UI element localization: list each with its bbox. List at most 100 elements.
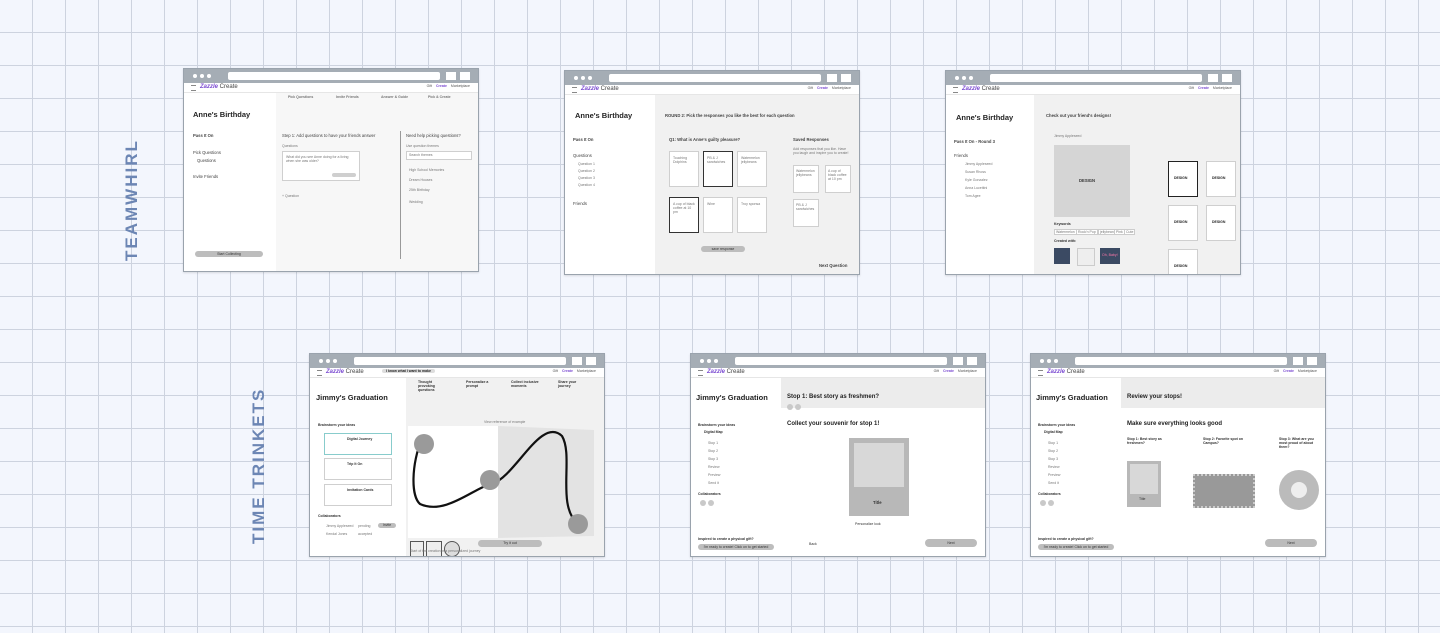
stamp-thumb[interactable]: [1193, 474, 1255, 508]
theme-item[interactable]: Wedding: [409, 200, 423, 204]
postcard-thumb[interactable]: Title: [1127, 461, 1161, 507]
friend-item[interactable]: Tom Agee: [965, 194, 981, 198]
know-what-pill[interactable]: I know what I want to make: [382, 369, 435, 373]
question-card[interactable]: What did you see Anne doing for a living…: [282, 151, 360, 181]
brand-logo[interactable]: Zazzle Create: [200, 84, 238, 90]
digital-map-label: Digital Map: [1044, 430, 1063, 434]
personalize-label[interactable]: Personalize look: [855, 522, 881, 526]
theme-item[interactable]: High School Memories: [409, 168, 444, 172]
response-card[interactable]: Watermelon jellybeans: [737, 151, 767, 187]
design-card[interactable]: DESIGN: [1168, 205, 1198, 241]
menu-icon[interactable]: [1038, 370, 1043, 376]
option-card[interactable]: Invitation Cards: [324, 484, 392, 506]
saved-card[interactable]: Watermelon jellybeans: [793, 165, 819, 193]
journey-map[interactable]: [406, 426, 602, 540]
keyword-chip[interactable]: Watermelon: [1054, 229, 1077, 235]
response-card[interactable]: Troy sponsa: [737, 197, 767, 233]
friend-item[interactable]: Anna Lucettini: [965, 186, 987, 190]
stop-item[interactable]: Stop 3: [708, 457, 718, 461]
address-bar[interactable]: [1075, 357, 1287, 365]
stop-item[interactable]: Preview: [708, 473, 720, 477]
design-card[interactable]: DESIGN: [1206, 205, 1236, 241]
stop-item[interactable]: Send it: [1048, 481, 1059, 485]
back-button[interactable]: Back: [809, 542, 817, 546]
theme-item[interactable]: Dream Houses: [409, 178, 432, 182]
gift-button[interactable]: I'm ready to create! Click on to get sta…: [698, 544, 774, 550]
address-bar[interactable]: [228, 72, 440, 80]
menu-icon[interactable]: [572, 87, 577, 93]
try-it-out-button[interactable]: Try it out: [478, 540, 542, 547]
response-card[interactable]: Touching Dolphins: [669, 151, 699, 187]
option-card[interactable]: Trip It On: [324, 458, 392, 480]
design-card[interactable]: DESIGN: [1168, 161, 1198, 197]
brand-logo[interactable]: Zazzle Create: [962, 86, 1000, 92]
brand-logo[interactable]: Zazzle Create: [1047, 369, 1085, 375]
postcard-preview[interactable]: Title: [849, 438, 909, 516]
friend-item[interactable]: Susan Rhoss: [965, 170, 986, 174]
stop-item[interactable]: Stop 3: [1048, 457, 1058, 461]
save-response-button[interactable]: save response: [701, 246, 745, 252]
stop-item[interactable]: Review: [708, 465, 719, 469]
sidebar-item[interactable]: Questions: [573, 153, 592, 158]
browser-chrome: [946, 71, 1240, 85]
add-question-button[interactable]: + Question: [282, 194, 299, 198]
brand-logo[interactable]: Zazzle Create: [707, 369, 745, 375]
response-card[interactable]: A cup of black coffee at 10 pm: [669, 197, 699, 233]
sidebar-subitem[interactable]: Question 2: [578, 169, 595, 173]
brainstorm-label: Brainstorm your ideas: [1038, 423, 1076, 427]
menu-icon[interactable]: [191, 85, 196, 91]
keyword-chip[interactable]: Cute: [1124, 229, 1136, 235]
invite-button[interactable]: Invite: [378, 523, 396, 528]
brand-logo[interactable]: Zazzle Create: [326, 369, 364, 375]
next-button[interactable]: Next: [925, 539, 977, 547]
stop-item[interactable]: Preview: [1048, 473, 1060, 477]
design-card[interactable]: DESIGN: [1168, 249, 1198, 274]
sidebar-item[interactable]: Friends: [573, 201, 587, 206]
design-card[interactable]: DESIGN: [1206, 161, 1236, 197]
address-bar[interactable]: [354, 357, 566, 365]
product-thumb[interactable]: [1054, 248, 1070, 264]
theme-item[interactable]: 25th Birthday: [409, 188, 430, 192]
address-bar[interactable]: [990, 74, 1202, 82]
friend-item[interactable]: Kyle Gonzalez: [965, 178, 988, 182]
sidebar-subitem[interactable]: Questions: [197, 158, 216, 163]
next-question-button[interactable]: Next Question: [819, 263, 847, 268]
keyword-chip[interactable]: Rock'n Pop: [1076, 229, 1098, 235]
design-preview[interactable]: DESIGN: [1054, 145, 1130, 217]
sidebar-subitem[interactable]: Question 3: [578, 176, 595, 180]
brainstorm-label: Brainstorm your ideas: [698, 423, 736, 427]
help-heading: Need help picking questions?: [406, 133, 461, 138]
collab-status: accepted: [358, 532, 373, 536]
step-label: Answer & Guide: [381, 95, 409, 99]
product-thumb[interactable]: Oh, Baby!: [1100, 248, 1120, 264]
stop-item[interactable]: Send it: [708, 481, 719, 485]
badge-thumb[interactable]: [1279, 470, 1319, 510]
theme-search-input[interactable]: Search themes: [406, 151, 472, 160]
frame-jimmy-review: Zazzle Create Gift Create Marketplace Jimm…: [1030, 353, 1326, 557]
sidebar-item[interactable]: Invite Friends: [193, 174, 218, 179]
saved-card[interactable]: PB & J sandwiches: [793, 199, 819, 227]
brand-logo[interactable]: Zazzle Create: [581, 86, 619, 92]
stop-item[interactable]: Stop 1: [1048, 441, 1058, 445]
address-bar[interactable]: [735, 357, 947, 365]
start-collecting-button[interactable]: Start Collecting: [195, 251, 263, 257]
product-thumb[interactable]: [1077, 248, 1095, 266]
sidebar-subitem[interactable]: Question 1: [578, 162, 595, 166]
saved-card[interactable]: A cup of black coffee at 10 pm: [825, 165, 851, 193]
gift-button[interactable]: I'm ready to create! Click on to get sta…: [1038, 544, 1114, 550]
sidebar-subitem[interactable]: Question 4: [578, 183, 595, 187]
friend-item[interactable]: Jimmy Appleseed: [965, 162, 992, 166]
stop-item[interactable]: Stop 1: [708, 441, 718, 445]
stop-item[interactable]: Stop 2: [1048, 449, 1058, 453]
response-card[interactable]: Wine: [703, 197, 733, 233]
address-bar[interactable]: [609, 74, 821, 82]
menu-icon[interactable]: [953, 87, 958, 93]
option-card[interactable]: Digital Journey: [324, 433, 392, 455]
sidebar-item[interactable]: Pick Questions: [193, 150, 221, 155]
stop-item[interactable]: Stop 2: [708, 449, 718, 453]
next-button[interactable]: Next: [1265, 539, 1317, 547]
menu-icon[interactable]: [317, 370, 322, 376]
stop-item[interactable]: Review: [1048, 465, 1059, 469]
response-card[interactable]: PB & J sandwiches: [703, 151, 733, 187]
menu-icon[interactable]: [698, 370, 703, 376]
